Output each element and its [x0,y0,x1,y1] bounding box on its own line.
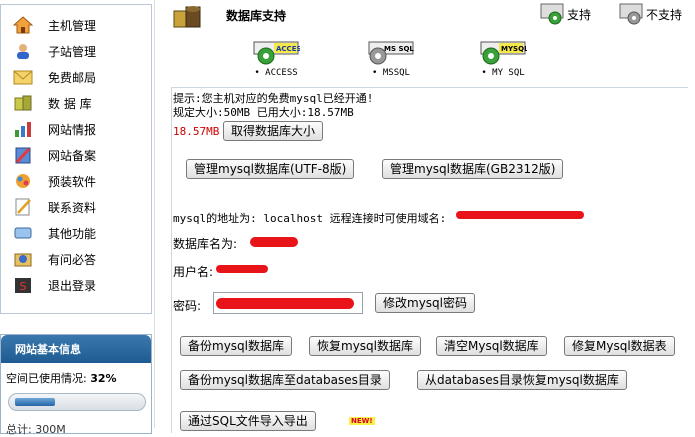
sidebar-item-label: 主机管理 [48,18,97,33]
mail-icon [13,68,33,86]
sidebar-item-contact[interactable]: 联系资料 [1,195,151,219]
new-badge: NEW! [349,417,375,425]
sidebar-item-host[interactable]: 主机管理 [1,13,151,37]
redacted-dbname [250,237,298,247]
redacted-domain [456,211,584,219]
mysql-panel: 提示:您主机对应的免费mysql已经开通! 规定大小:50MB 已用大小:18.… [171,87,688,433]
db-type-label: • ACCESS [254,68,298,78]
db-type-mysql: MYSQL • MY SQL [463,40,543,78]
help-icon [13,250,33,268]
database-icon [13,94,33,112]
sidebar: 主机管理 子站管理 免费邮局 数 据 库 网站情报 网站备案 预装软件 联系资料… [0,0,154,436]
unsupported-gear-icon [619,3,643,25]
usage-text: 空间已使用情况: 32% [6,370,117,386]
sidebar-item-other[interactable]: 其他功能 [1,221,151,245]
sidebar-item-label: 网站备案 [48,148,97,163]
change-password-button[interactable]: 修改mysql密码 [375,293,475,313]
sidebar-item-help[interactable]: 有问必答 [1,247,151,271]
sidebar-item-label: 有问必答 [48,252,97,267]
sidebar-item-subsite[interactable]: 子站管理 [1,39,151,63]
restore-from-dir-button[interactable]: 从databases目录恢复mysql数据库 [417,370,627,390]
mysql-address: mysql的地址为: localhost 远程连接时可使用域名: [173,212,447,225]
restore-button[interactable]: 恢复mysql数据库 [309,336,421,356]
dbname-label: 数据库名为: [173,237,238,251]
software-icon [13,172,33,190]
sidebar-menu: 主机管理 子站管理 免费邮局 数 据 库 网站情报 网站备案 预装软件 联系资料… [0,4,152,314]
stats-icon [13,120,33,138]
password-label: 密码: [173,299,202,313]
db-type-mssql: MS SQL • MSSQL [351,40,431,78]
sidebar-item-label: 网站情报 [48,122,97,137]
database-header-icon [172,3,204,34]
db-type-access: ACCESS • ACCESS [236,40,316,78]
redacted-password [216,298,354,309]
import-sql-button[interactable]: 通过SQL文件导入导出 [180,411,316,431]
total-space-text: 总计: 300M [6,423,66,436]
svg-text:MS SQL: MS SQL [384,45,414,53]
sidebar-item-label: 预装软件 [48,174,97,189]
record-icon [13,146,33,164]
sidebar-item-label: 其他功能 [48,226,97,241]
sidebar-item-record[interactable]: 网站备案 [1,143,151,167]
access-support-icon: ACCESS [252,40,306,66]
get-size-button[interactable]: 取得数据库大小 [223,121,324,141]
subsite-icon [13,42,33,60]
usage-progress-bar [8,393,146,411]
clear-button[interactable]: 清空Mysql数据库 [436,336,547,356]
usage-progress-fill [15,398,55,406]
repair-button[interactable]: 修复Mysql数据表 [564,336,675,356]
sidebar-item-label: 退出登录 [48,278,97,293]
usage-label: 空间已使用情况: [6,372,87,385]
backup-button[interactable]: 备份mysql数据库 [180,336,292,356]
mssql-support-icon: MS SQL [367,40,415,66]
db-type-label: • MY SQL [481,68,525,78]
site-info-title: 网站基本信息 [1,335,151,363]
legend-supported: 支持 [540,3,591,25]
page-title: 数据库支持 [226,9,287,23]
logout-icon: S [13,276,33,294]
sidebar-item-label: 数 据 库 [48,96,92,111]
legend-supported-label: 支持 [567,7,592,22]
mysql-support-icon: MYSQL [479,40,529,66]
sidebar-item-database[interactable]: 数 据 库 [1,91,151,115]
home-icon [13,16,33,34]
usage-value: 32% [90,372,117,385]
username-label: 用户名: [173,265,214,279]
manage-utf8-button[interactable]: 管理mysql数据库(UTF-8版) [186,159,355,179]
legend-unsupported: 不支持 [619,3,682,25]
svg-text:ACCESS: ACCESS [276,45,300,53]
manage-gb2312-button[interactable]: 管理mysql数据库(GB2312版) [382,159,564,179]
svg-text:S: S [20,280,27,293]
contact-icon [13,198,33,216]
sidebar-item-label: 子站管理 [48,44,97,59]
other-icon [13,224,33,242]
main-content: 数据库支持 支持 不支持 ACCESS • ACCESS [155,0,695,433]
sidebar-item-label: 免费邮局 [48,70,97,85]
sidebar-item-logout[interactable]: S 退出登录 [1,273,151,297]
redacted-username [216,265,268,273]
sidebar-item-software[interactable]: 预装软件 [1,169,151,193]
backup-to-dir-button[interactable]: 备份mysql数据库至databases目录 [180,370,390,390]
sidebar-item-mail[interactable]: 免费邮局 [1,65,151,89]
sidebar-item-label: 联系资料 [48,200,97,215]
svg-text:MYSQL: MYSQL [501,45,527,53]
site-info-box: 网站基本信息 空间已使用情况: 32% 总计: 300M [0,334,152,436]
password-field[interactable] [213,292,363,314]
supported-gear-icon [540,3,564,25]
legend-unsupported-label: 不支持 [646,7,683,22]
sidebar-item-stats[interactable]: 网站情报 [1,117,151,141]
db-type-label: • MSSQL [372,68,410,78]
size-value: 18.57MB [173,125,220,138]
size-info: 规定大小:50MB 已用大小:18.57MB [173,106,354,119]
